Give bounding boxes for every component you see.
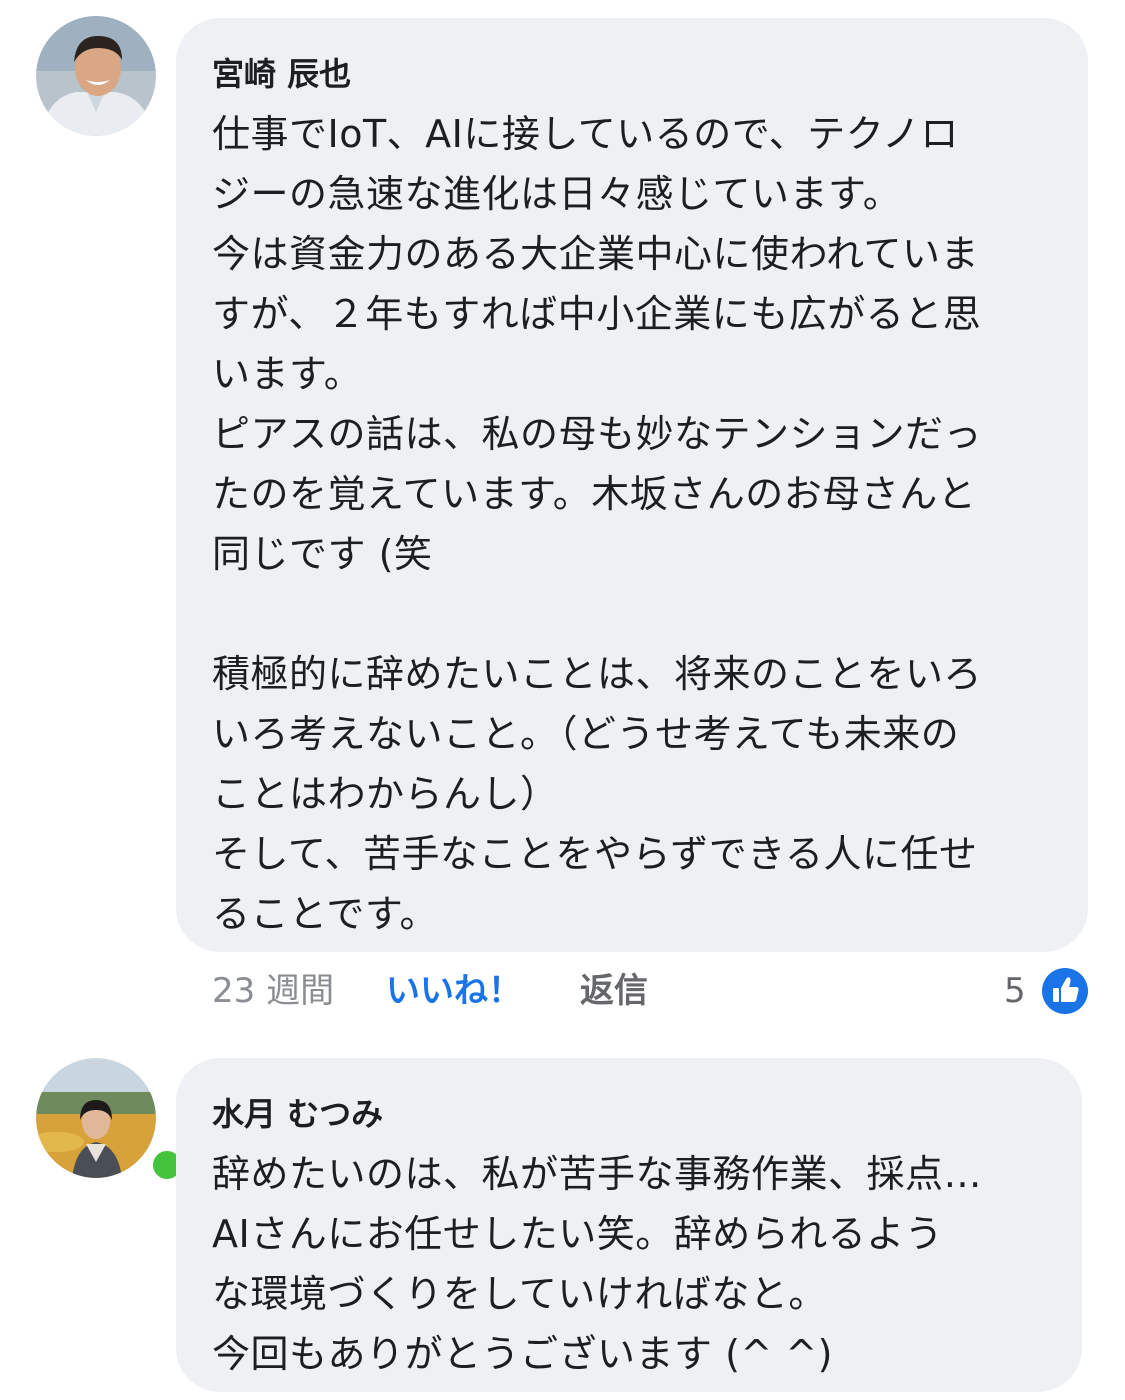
comment-line: ピアスの話は、私の母も妙なテンションだっ xyxy=(212,412,983,456)
comment-line: ジーの急速な進化は日々感じています。 xyxy=(212,172,902,216)
profile-photo xyxy=(36,1058,156,1178)
comment-line: 同じです (笑 xyxy=(212,532,433,576)
comment-line: 今回もありがとうございます (^ ^) xyxy=(212,1332,833,1376)
avatar[interactable] xyxy=(36,1058,186,1184)
comment-line: たのを覚えています。木坂さんのお母さんと xyxy=(212,472,977,516)
comment-line: ることです。 xyxy=(212,892,439,936)
comment-line: 積極的に辞めたいことは、将来のことをいろ xyxy=(212,652,983,696)
comment-line: います。 xyxy=(212,352,363,396)
comment-line: 仕事でIoT、AIに接しているので、テクノロ xyxy=(212,112,959,156)
comment-line: AIさんにお任せしたい笑。辞められるよう xyxy=(212,1212,944,1256)
comment-line: な環境づくりをしていければなと。 xyxy=(212,1272,827,1316)
comment-text: 辞めたいのは、私が苦手な事務作業、採点… AIさんにお任せしたい笑。辞められるよ… xyxy=(212,1144,1044,1384)
profile-photo xyxy=(36,16,156,136)
comment-line: いろ考えないこと。（どうせ考えても未来の xyxy=(212,712,960,756)
comment-text: 仕事でIoT、AIに接しているので、テクノロ ジーの急速な進化は日々感じています… xyxy=(212,104,1050,944)
comment-line: 辞めたいのは、私が苦手な事務作業、採点… xyxy=(212,1152,983,1196)
comment-author[interactable]: 水月 むつみ xyxy=(212,1094,1044,1134)
comment-line: ことはわからんし） xyxy=(212,772,559,816)
comment-line: 今は資金力のある大企業中心に使われていま xyxy=(212,232,979,276)
comment-bubble: 水月 むつみ 辞めたいのは、私が苦手な事務作業、採点… AIさんにお任せしたい笑… xyxy=(176,1058,1082,1392)
comment-bubble: 宮崎 辰也 仕事でIoT、AIに接しているので、テクノロ ジーの急速な進化は日々… xyxy=(176,18,1088,952)
like-button[interactable]: いいね！ xyxy=(386,966,522,1016)
avatar[interactable] xyxy=(36,16,156,136)
reaction-count[interactable]: 5 xyxy=(1004,966,1026,1016)
comment-timestamp[interactable]: 23 週間 xyxy=(212,966,334,1016)
comment-author[interactable]: 宮崎 辰也 xyxy=(212,54,1050,94)
comment-line: すが、２年もすれば中小企業にも広がると思 xyxy=(212,292,982,336)
comment-actions: 23 週間 いいね！ 返信 5 xyxy=(212,966,1092,1016)
reply-button[interactable]: 返信 xyxy=(580,966,648,1016)
comment-line xyxy=(212,584,1050,644)
thumbs-up-icon[interactable] xyxy=(1042,968,1088,1014)
comment-line: そして、苦手なことをやらずできる人に任せ xyxy=(212,832,978,876)
